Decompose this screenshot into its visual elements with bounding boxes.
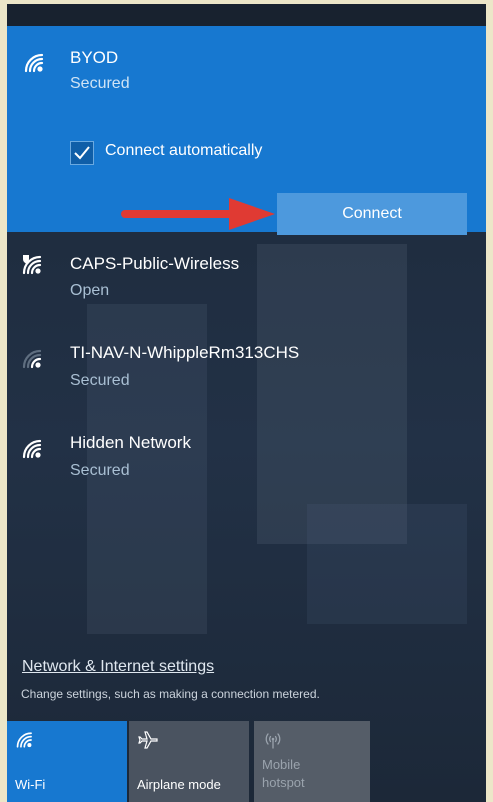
network-security: Secured [70, 75, 130, 92]
wifi-shield-icon [21, 254, 47, 276]
network-flyout: BYOD Secured Connect automatically Conne… [7, 4, 486, 802]
quick-action-airplane-mode[interactable]: Airplane mode [129, 721, 249, 802]
network-item-hidden-network[interactable]: Hidden Network Secured [7, 410, 486, 490]
annotation-arrow-icon [121, 198, 275, 230]
network-internet-settings-link[interactable]: Network & Internet settings [22, 658, 214, 676]
tile-label: Wi-Fi [15, 777, 46, 792]
checkmark-icon [74, 146, 90, 160]
background-shape [307, 504, 467, 624]
connect-automatically-label: Connect automatically [105, 142, 263, 159]
wifi-icon [15, 729, 37, 751]
network-security: Secured [70, 462, 130, 479]
flyout-top-strip [7, 4, 486, 26]
network-ssid: TI-NAV-N-WhippleRm313CHS [70, 343, 300, 362]
network-ssid: CAPS-Public-Wireless [70, 254, 240, 273]
network-ssid: Hidden Network [70, 433, 191, 452]
network-item-byod[interactable]: BYOD Secured Connect automatically Conne… [7, 26, 486, 235]
network-item-caps-public-wireless[interactable]: CAPS-Public-Wireless Open [7, 232, 486, 312]
wifi-signal-icon [21, 438, 47, 460]
hotspot-icon [262, 729, 284, 751]
network-security: Open [70, 282, 110, 299]
wifi-weak-icon [21, 348, 47, 370]
settings-description: Change settings, such as making a connec… [21, 687, 320, 701]
connect-button[interactable]: Connect [277, 193, 467, 235]
quick-action-wifi[interactable]: Wi-Fi [7, 721, 127, 802]
network-item-ti-nav[interactable]: TI-NAV-N-WhippleRm313CHS Secured [7, 320, 486, 400]
connect-automatically-checkbox[interactable] [70, 141, 94, 165]
wifi-signal-icon [23, 52, 49, 74]
network-security: Secured [70, 372, 130, 389]
quick-action-mobile-hotspot[interactable]: Mobile hotspot [254, 721, 370, 802]
tile-label: Airplane mode [137, 777, 221, 792]
network-ssid: BYOD [70, 48, 119, 67]
tile-label: Mobile hotspot [262, 757, 305, 790]
airplane-icon [137, 729, 159, 751]
